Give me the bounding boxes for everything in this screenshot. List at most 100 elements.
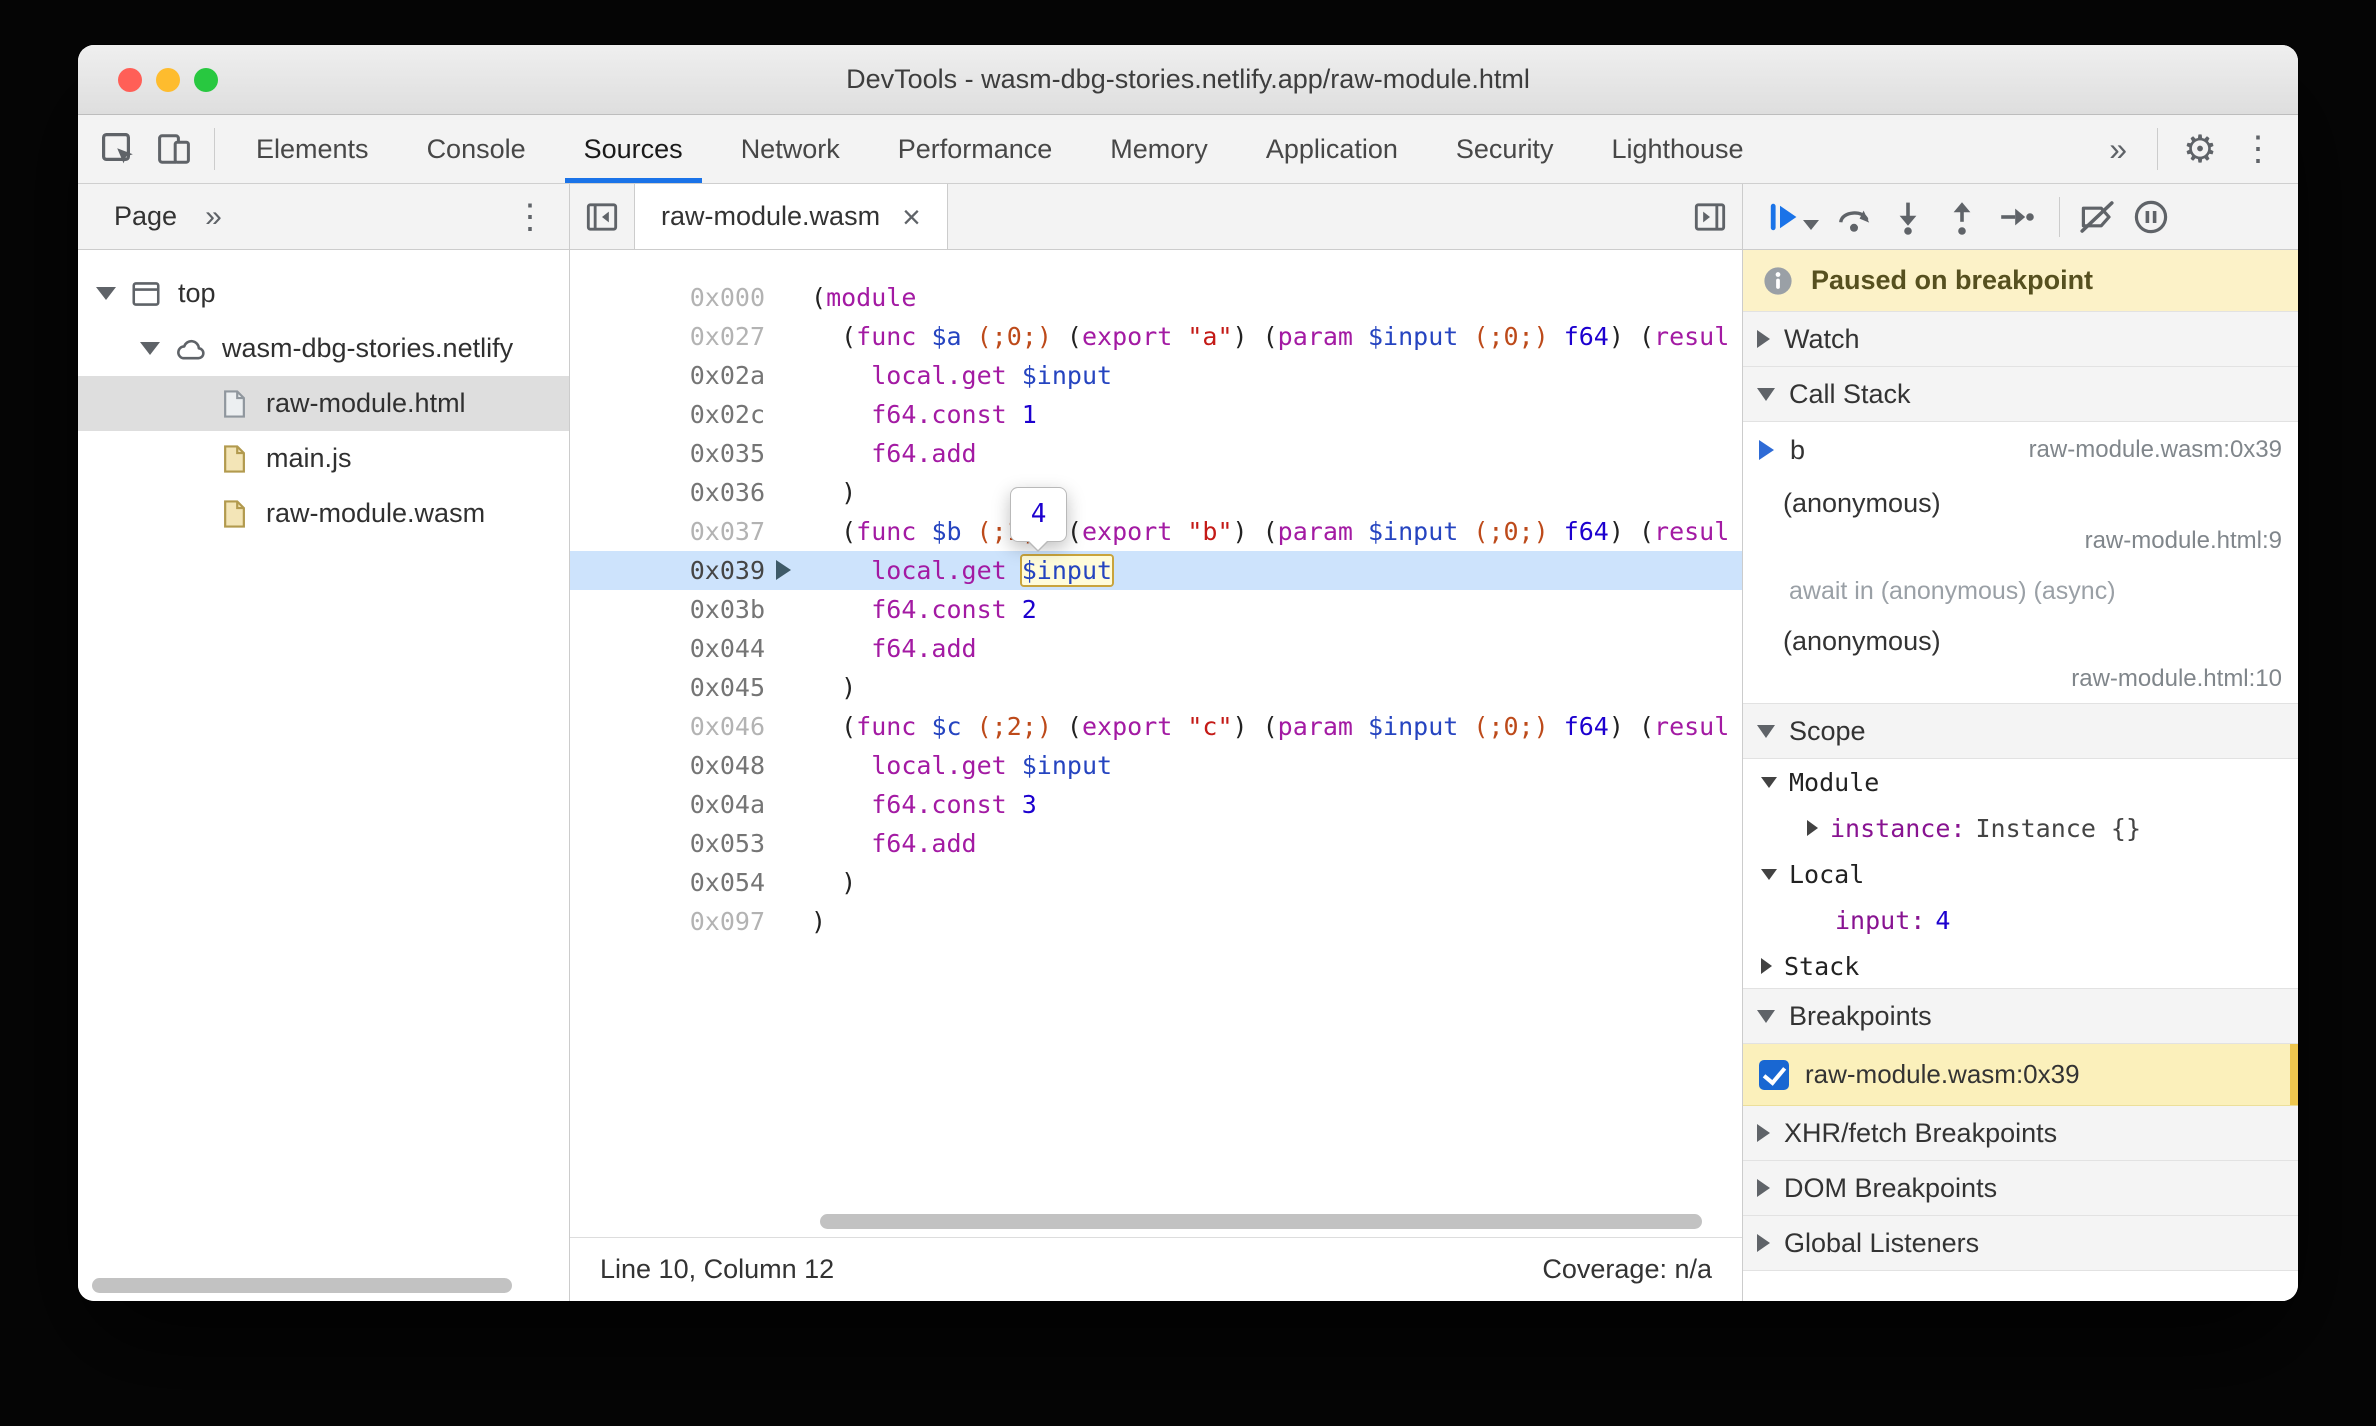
line-address[interactable]: 0x039 <box>570 551 795 590</box>
line-address[interactable]: 0x000 <box>570 278 795 317</box>
editor-tab-raw-module-wasm[interactable]: raw-module.wasm × <box>634 184 948 249</box>
scope-instance-row[interactable]: instance: Instance {} <box>1743 805 2298 851</box>
execution-pointer-icon <box>776 560 791 580</box>
paused-message: Paused on breakpoint <box>1811 265 2094 295</box>
tab-performance[interactable]: Performance <box>869 115 1082 183</box>
tree-item-top[interactable]: top <box>78 266 569 321</box>
tab-network[interactable]: Network <box>712 115 869 183</box>
scope-property-name: instance: <box>1830 813 1966 843</box>
close-tab-icon[interactable]: × <box>902 201 921 233</box>
more-tabs-button[interactable]: » <box>2091 131 2145 168</box>
chevron-down-icon[interactable] <box>1761 868 1777 880</box>
tree-item-raw-module-html[interactable]: raw-module.html <box>78 376 569 431</box>
code-token: resul <box>1654 517 1730 546</box>
line-address[interactable]: 0x02c <box>570 395 795 434</box>
line-address[interactable]: 0x053 <box>570 824 795 863</box>
tab-console[interactable]: Console <box>398 115 555 183</box>
step-into-icon[interactable] <box>1881 190 1935 244</box>
line-address[interactable]: 0x054 <box>570 863 795 902</box>
code-token: (;2;) <box>976 712 1052 741</box>
tree-item-wasm-dbg-stories-netlify[interactable]: wasm-dbg-stories.netlify <box>78 321 569 376</box>
code-line-0x054: 0x054 ) <box>570 863 1742 902</box>
chevron-right-icon[interactable] <box>1761 958 1772 974</box>
line-address[interactable]: 0x02a <box>570 356 795 395</box>
editor-horizontal-scrollbar[interactable] <box>820 1214 1702 1229</box>
code-token: f64.add <box>871 439 977 468</box>
code-text: ) <box>795 668 856 707</box>
step-over-icon[interactable] <box>1827 190 1881 244</box>
tab-lighthouse[interactable]: Lighthouse <box>1582 115 1772 183</box>
breakpoint-checkbox[interactable] <box>1759 1059 1789 1090</box>
minimize-window-button[interactable] <box>156 68 180 92</box>
line-address[interactable]: 0x045 <box>570 668 795 707</box>
call-stack-frame-current[interactable]: b raw-module.wasm:0x39 <box>1743 422 2298 478</box>
call-stack-frame[interactable]: (anonymous) raw-module.html:10 <box>1743 616 2298 704</box>
code-line-0x02a: 0x02a local.get $input <box>570 356 1742 395</box>
tab-sources[interactable]: Sources <box>555 115 712 183</box>
tab-elements[interactable]: Elements <box>227 115 398 183</box>
value-tooltip: 4 <box>1009 486 1068 553</box>
scope-stack[interactable]: Stack <box>1743 943 2298 989</box>
line-address[interactable]: 0x03b <box>570 590 795 629</box>
dom-breakpoints-section-header[interactable]: DOM Breakpoints <box>1743 1160 2298 1216</box>
inspect-icon[interactable] <box>90 121 146 177</box>
toggle-debugger-sidebar-icon[interactable] <box>1678 184 1742 249</box>
file-tree: top wasm-dbg-stories.netlify raw-module.ht… <box>78 250 569 1301</box>
tree-item-raw-module-wasm[interactable]: raw-module.wasm <box>78 486 569 541</box>
source-code-viewer[interactable]: 0x000 (module 0x027 (func $a (;0;) (export… <box>570 250 1742 1237</box>
breakpoints-section-header[interactable]: Breakpoints <box>1743 988 2298 1044</box>
window-titlebar[interactable]: DevTools - wasm-dbg-stories.netlify.app/… <box>78 45 2298 115</box>
expand-arrow-icon[interactable] <box>140 342 160 355</box>
settings-gear-icon[interactable]: ⚙ <box>2170 121 2230 177</box>
chevron-right-icon[interactable] <box>1807 820 1818 836</box>
code-text: f64.const 1 <box>795 395 1037 434</box>
navigator-horizontal-scrollbar[interactable] <box>92 1278 512 1293</box>
tree-item-label: raw-module.wasm <box>266 498 486 528</box>
code-text: (func $c (;2;) (export "c") (param $inpu… <box>795 707 1729 746</box>
scope-input-row[interactable]: input: 4 <box>1743 897 2298 943</box>
step-out-icon[interactable] <box>1935 190 1989 244</box>
navigator-tab-page[interactable]: Page <box>114 201 177 232</box>
xhr-breakpoints-label: XHR/fetch Breakpoints <box>1784 1117 2058 1148</box>
tab-application[interactable]: Application <box>1237 115 1427 183</box>
chevron-down-icon[interactable] <box>1761 776 1777 788</box>
close-window-button[interactable] <box>118 68 142 92</box>
line-address[interactable]: 0x044 <box>570 629 795 668</box>
global-listeners-section-header[interactable]: Global Listeners <box>1743 1215 2298 1271</box>
resume-script-icon[interactable] <box>1755 190 1809 244</box>
line-address[interactable]: 0x04a <box>570 785 795 824</box>
line-address[interactable]: 0x097 <box>570 902 795 941</box>
expand-arrow-icon[interactable] <box>96 287 116 300</box>
line-address[interactable]: 0x048 <box>570 746 795 785</box>
resume-options-caret-icon[interactable] <box>1803 219 1819 230</box>
evaluated-expression[interactable]: $input 4 <box>1009 486 1113 585</box>
frame-name: (anonymous) <box>1783 626 1941 656</box>
navigator-more-tabs-button[interactable]: » <box>205 200 222 234</box>
line-address[interactable]: 0x036 <box>570 473 795 512</box>
line-address[interactable]: 0x027 <box>570 317 795 356</box>
line-address[interactable]: 0x046 <box>570 707 795 746</box>
zoom-window-button[interactable] <box>194 68 218 92</box>
scope-section-header[interactable]: Scope <box>1743 703 2298 759</box>
call-stack-frame[interactable]: (anonymous) raw-module.html:9 <box>1743 478 2298 566</box>
device-toolbar-icon[interactable] <box>146 121 202 177</box>
line-address[interactable]: 0x035 <box>570 434 795 473</box>
call-stack-section-header[interactable]: Call Stack <box>1743 366 2298 422</box>
scope-local[interactable]: Local <box>1743 851 2298 897</box>
xhr-breakpoints-section-header[interactable]: XHR/fetch Breakpoints <box>1743 1105 2298 1161</box>
pause-on-exceptions-icon[interactable] <box>2124 190 2178 244</box>
tab-memory[interactable]: Memory <box>1081 115 1237 183</box>
navigator-kebab-icon[interactable]: ⋮ <box>513 197 547 237</box>
toggle-navigator-sidebar-icon[interactable] <box>570 184 634 249</box>
scope-module[interactable]: Module <box>1743 759 2298 805</box>
step-icon[interactable] <box>1989 190 2043 244</box>
breakpoint-item[interactable]: raw-module.wasm:0x39 <box>1743 1044 2298 1106</box>
line-address[interactable]: 0x037 <box>570 512 795 551</box>
watch-section-header[interactable]: Watch <box>1743 311 2298 367</box>
deactivate-breakpoints-icon[interactable] <box>2070 190 2124 244</box>
tree-item-main-js[interactable]: main.js <box>78 431 569 486</box>
tab-security[interactable]: Security <box>1427 115 1583 183</box>
kebab-menu-icon[interactable]: ⋮ <box>2230 121 2286 177</box>
